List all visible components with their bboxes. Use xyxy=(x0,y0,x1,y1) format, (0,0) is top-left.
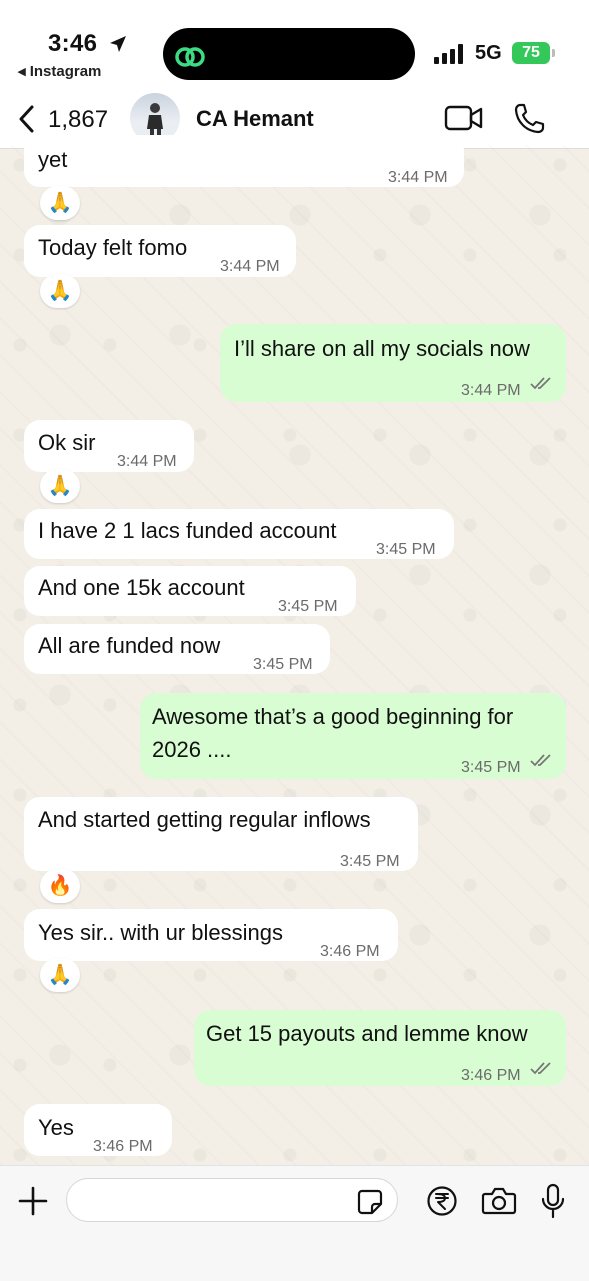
phone-icon[interactable] xyxy=(512,102,546,136)
message-text: Get 15 payouts and lemme know xyxy=(206,1021,528,1046)
message-bubble-incoming[interactable]: Yes sir.. with ur blessings 3:46 PM xyxy=(24,909,398,961)
battery-cap xyxy=(552,49,555,57)
link-app-icon xyxy=(175,47,205,67)
read-receipt-icon xyxy=(530,754,551,767)
message-time: 3:46 PM xyxy=(461,1067,521,1084)
rupee-payment-icon[interactable] xyxy=(426,1185,458,1217)
message-bubble-outgoing[interactable]: Get 15 payouts and lemme know 3:46 PM xyxy=(194,1010,566,1086)
message-text: And one 15k account xyxy=(38,575,245,600)
message-reaction[interactable]: 🙏 xyxy=(40,274,80,308)
message-bubble-outgoing[interactable]: I’ll share on all my socials now 3:44 PM xyxy=(220,324,566,402)
message-time: 3:46 PM xyxy=(93,1138,153,1155)
message-bubble-incoming[interactable]: And one 15k account 3:45 PM xyxy=(24,566,356,616)
message-text: All are funded now xyxy=(38,633,221,658)
message-text: yet xyxy=(38,147,68,172)
message-time: 3:45 PM xyxy=(253,656,313,673)
chevron-left-icon[interactable] xyxy=(16,104,38,134)
message-bubble-incoming[interactable]: All are funded now 3:45 PM xyxy=(24,624,330,674)
message-text: Yes sir.. with ur blessings xyxy=(38,920,283,945)
status-bar: 3:46 ◂ Instagram 5G 75 xyxy=(0,0,589,88)
clock: 3:46 xyxy=(48,30,98,57)
message-text-line-1: Awesome that’s a good beginning for xyxy=(152,704,514,729)
message-bubble-incoming[interactable]: Yes 3:46 PM xyxy=(24,1104,172,1156)
microphone-icon[interactable] xyxy=(540,1183,566,1219)
message-time: 3:44 PM xyxy=(117,453,177,470)
cellular-signal-icon xyxy=(434,44,463,64)
message-bubble-incoming[interactable]: Ok sir 3:44 PM xyxy=(24,420,194,472)
camera-icon[interactable] xyxy=(481,1186,517,1216)
message-reaction[interactable]: 🙏 xyxy=(40,958,80,992)
contact-name[interactable]: CA Hemant xyxy=(196,106,314,132)
message-reaction[interactable]: 🙏 xyxy=(40,186,80,220)
message-reaction[interactable]: 🙏 xyxy=(40,469,80,503)
network-type: 5G xyxy=(475,42,502,64)
back-to-app-link[interactable]: ◂ Instagram xyxy=(18,62,101,80)
message-time: 3:46 PM xyxy=(320,943,380,960)
message-text: Today felt fomo xyxy=(38,235,188,260)
message-time: 3:44 PM xyxy=(220,258,280,275)
message-bubble-incoming[interactable]: yet 3:44 PM xyxy=(24,135,464,187)
message-input[interactable] xyxy=(66,1178,398,1222)
location-arrow-icon xyxy=(110,36,126,52)
message-bubble-incoming[interactable]: And started getting regular inflows 3:45… xyxy=(24,797,418,871)
message-time: 3:45 PM xyxy=(278,598,338,615)
message-time: 3:45 PM xyxy=(340,853,400,870)
message-time: 3:44 PM xyxy=(388,169,448,186)
message-text: I have 2 1 lacs funded account xyxy=(38,518,337,543)
message-time: 3:45 PM xyxy=(461,759,521,776)
unread-count[interactable]: 1,867 xyxy=(48,106,108,134)
battery-indicator: 75 xyxy=(512,42,550,64)
message-text: Ok sir xyxy=(38,430,96,455)
composer-bar xyxy=(0,1165,589,1281)
video-call-icon[interactable] xyxy=(444,104,484,132)
plus-icon[interactable] xyxy=(18,1186,48,1216)
message-bubble-outgoing[interactable]: Awesome that’s a good beginning for 2026… xyxy=(140,693,566,779)
message-reaction[interactable]: 🔥 xyxy=(40,869,80,903)
message-bubble-incoming[interactable]: I have 2 1 lacs funded account 3:45 PM xyxy=(24,509,454,559)
message-text: Yes xyxy=(38,1115,74,1140)
message-time: 3:44 PM xyxy=(461,382,521,399)
message-time: 3:45 PM xyxy=(376,541,436,558)
read-receipt-icon xyxy=(530,1062,551,1075)
message-text: I’ll share on all my socials now xyxy=(234,336,530,361)
message-text-line-2: 2026 .... xyxy=(152,737,232,762)
sticker-icon[interactable] xyxy=(356,1188,384,1216)
message-text: And started getting regular inflows xyxy=(38,807,371,832)
message-bubble-incoming[interactable]: Today felt fomo 3:44 PM xyxy=(24,225,296,277)
read-receipt-icon xyxy=(530,377,551,390)
